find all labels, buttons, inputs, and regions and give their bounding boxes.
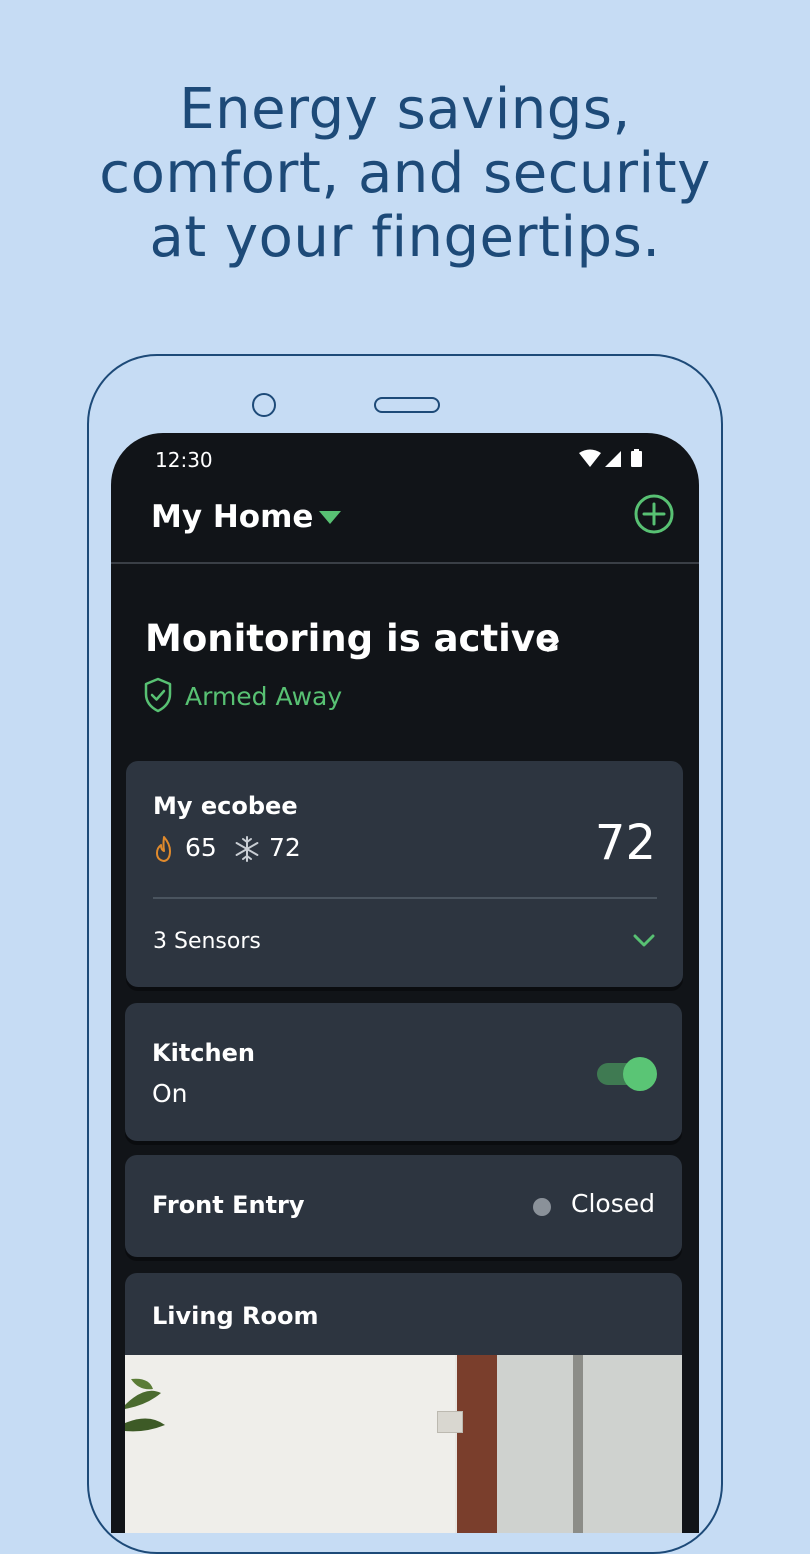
thermostat-name: My ecobee	[153, 792, 298, 820]
kitchen-name: Kitchen	[152, 1039, 255, 1067]
camera-brick-column	[457, 1355, 497, 1533]
app-bar: My Home	[111, 473, 699, 564]
sensors-label[interactable]: 3 Sensors	[153, 929, 261, 954]
earpiece-speaker-icon	[374, 397, 440, 413]
caret-down-icon[interactable]	[319, 511, 341, 524]
wifi-icon	[579, 449, 601, 467]
headline-line-2: comfort, and security	[99, 141, 711, 206]
thermostat-card[interactable]: My ecobee 65 72 72 3 Sensors	[126, 761, 683, 987]
front-entry-state: Closed	[571, 1189, 655, 1218]
camera-snapshot[interactable]	[125, 1355, 682, 1533]
cool-setpoint: 72	[269, 833, 301, 862]
headline: Energy savings, comfort, and security at…	[0, 78, 810, 270]
shield-check-icon	[144, 677, 172, 713]
toggle-thumb	[623, 1057, 657, 1091]
front-camera-icon	[252, 393, 276, 417]
chevron-right-icon[interactable]	[545, 629, 561, 653]
front-entry-name: Front Entry	[152, 1191, 305, 1219]
chevron-down-icon[interactable]	[632, 933, 656, 949]
camera-lamp	[437, 1411, 463, 1433]
front-entry-card[interactable]: Front Entry Closed	[125, 1155, 682, 1257]
add-circle-icon[interactable]	[633, 493, 675, 535]
living-room-name: Living Room	[152, 1302, 319, 1330]
kitchen-state: On	[152, 1079, 188, 1108]
signal-icon	[605, 451, 621, 467]
monitoring-status-link[interactable]: Monitoring is active	[145, 617, 560, 660]
status-bar: 12:30	[111, 433, 699, 473]
battery-icon	[631, 451, 642, 467]
flame-icon	[156, 836, 171, 862]
snowflake-icon	[235, 836, 259, 862]
card-divider	[153, 897, 657, 899]
plant-icon	[125, 1378, 165, 1432]
heat-setpoint: 65	[185, 833, 217, 862]
sensor-status-dot	[533, 1198, 551, 1216]
kitchen-toggle[interactable]	[597, 1055, 657, 1091]
camera-wall	[125, 1355, 455, 1533]
camera-window	[497, 1355, 682, 1533]
home-selector[interactable]: My Home	[151, 499, 313, 535]
headline-line-3: at your fingertips.	[149, 205, 661, 270]
current-temperature: 72	[594, 815, 656, 871]
phone-screen: 12:30 My Home Monitoring is active Armed…	[111, 433, 699, 1533]
living-room-card[interactable]: Living Room	[125, 1273, 682, 1533]
status-icons	[579, 449, 642, 467]
status-time: 12:30	[155, 448, 213, 472]
camera-window-frame	[573, 1355, 583, 1533]
security-mode-label: Armed Away	[185, 682, 343, 711]
headline-line-1: Energy savings,	[179, 77, 631, 142]
kitchen-card[interactable]: Kitchen On	[125, 1003, 682, 1141]
